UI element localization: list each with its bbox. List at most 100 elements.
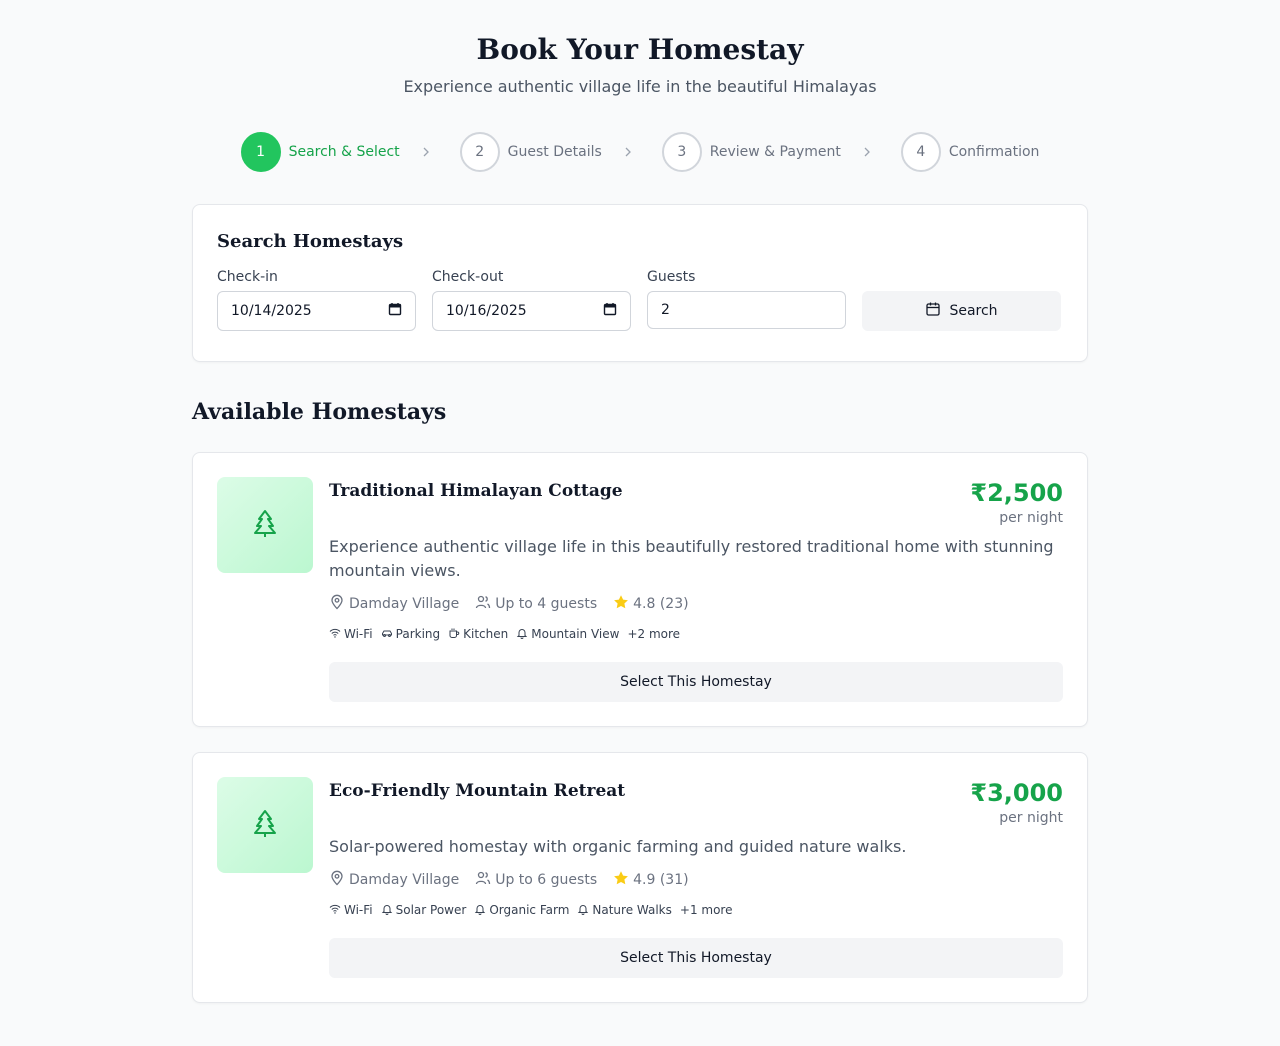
amenity-label: Wi-Fi: [344, 903, 373, 917]
step-number: 2: [459, 132, 500, 172]
search-title: Search Homestays: [217, 231, 404, 252]
amenity-label: Mountain View: [531, 627, 620, 641]
amenity-label: Parking: [395, 627, 441, 641]
homestay-card: Eco-Friendly Mountain Retreat ₹3,000 per…: [192, 752, 1088, 1003]
guests-label: Guests: [647, 269, 696, 285]
available-homestays-title: Available Homestays: [192, 399, 447, 425]
price-box: ₹2,500 per night: [970, 477, 1063, 527]
amenity-label: Organic Farm: [489, 903, 570, 917]
step-label: Review & Payment: [709, 144, 841, 160]
amenities-list: Wi-Fi Parking Kitchen Mountain View +2 m…: [329, 625, 1063, 643]
star-icon: [613, 870, 629, 890]
chevron-right-icon: [624, 146, 632, 158]
tree-icon: [251, 808, 279, 842]
search-button-label: Search: [949, 303, 998, 319]
chevron-right-icon: [863, 146, 871, 158]
step-label: Guest Details: [507, 144, 602, 160]
page-subtitle: Experience authentic village life in the…: [403, 77, 877, 96]
car-icon: [381, 627, 393, 642]
homestay-meta: Damday Village Up to 4 guests 4.8 (23): [329, 593, 1063, 615]
star-icon: [613, 594, 629, 614]
homestay-price: ₹2,500: [970, 479, 1063, 507]
booking-stepper: 1 Search & Select 2 Guest Details 3 Revi…: [192, 132, 1088, 172]
wifi-icon: [329, 627, 341, 642]
location-text: Damday Village: [349, 872, 460, 888]
capacity: Up to 4 guests: [475, 594, 597, 614]
capacity-text: Up to 4 guests: [495, 596, 598, 612]
guests-input[interactable]: 2: [647, 291, 846, 329]
coffee-icon: [448, 627, 460, 642]
bell-icon: [516, 627, 528, 642]
location: Damday Village: [329, 594, 459, 614]
homestay-thumbnail: [217, 477, 313, 573]
search-button[interactable]: Search: [862, 291, 1061, 331]
homestay-card: Traditional Himalayan Cottage ₹2,500 per…: [192, 452, 1088, 727]
homestay-meta: Damday Village Up to 6 guests 4.9 (31): [329, 869, 1063, 891]
map-pin-icon: [329, 594, 345, 614]
amenities-list: Wi-Fi Solar Power Organic Farm Nature Wa…: [329, 901, 1063, 919]
calendar-icon[interactable]: [388, 302, 402, 320]
price-unit: per night: [999, 510, 1063, 526]
bell-icon: [474, 903, 486, 918]
amenity: Parking: [381, 627, 441, 642]
homestay-description: Solar-powered homestay with organic farm…: [329, 837, 907, 856]
amenity: Organic Farm: [474, 903, 569, 918]
select-homestay-button[interactable]: Select This Homestay: [329, 938, 1063, 978]
bell-icon: [577, 903, 589, 918]
rating-text: 4.8 (23): [633, 596, 689, 612]
guests-value: 2: [661, 302, 670, 318]
price-box: ₹3,000 per night: [970, 777, 1063, 827]
amenity-label: Kitchen: [463, 627, 509, 641]
step-guest-details: 2 Guest Details: [459, 132, 662, 172]
location-text: Damday Village: [349, 596, 460, 612]
select-homestay-button[interactable]: Select This Homestay: [329, 662, 1063, 702]
chevron-right-icon: [422, 146, 430, 158]
calendar-icon[interactable]: [603, 302, 617, 320]
step-number: 4: [900, 132, 941, 172]
homestay-thumbnail: [217, 777, 313, 873]
wifi-icon: [329, 903, 341, 918]
tree-icon: [251, 508, 279, 542]
checkin-value: 10/14/2025: [231, 303, 312, 319]
amenities-more[interactable]: +1 more: [680, 903, 733, 917]
homestay-price: ₹3,000: [970, 779, 1063, 807]
amenity: Wi-Fi: [329, 627, 373, 642]
amenity: Solar Power: [381, 903, 467, 918]
capacity-text: Up to 6 guests: [495, 872, 598, 888]
step-search-select: 1 Search & Select: [240, 132, 460, 172]
rating: 4.8 (23): [613, 594, 689, 614]
checkin-field: Check-in 10/14/2025: [217, 267, 416, 331]
location: Damday Village: [329, 870, 459, 890]
amenity: Wi-Fi: [329, 903, 373, 918]
checkin-input[interactable]: 10/14/2025: [217, 291, 416, 331]
amenity-label: Nature Walks: [592, 903, 672, 917]
checkin-label: Check-in: [217, 269, 278, 285]
amenity: Mountain View: [516, 627, 619, 642]
amenity: Nature Walks: [577, 903, 672, 918]
users-icon: [475, 870, 491, 890]
checkout-value: 10/16/2025: [446, 303, 527, 319]
calendar-icon: [925, 301, 941, 321]
page-title: Book Your Homestay: [476, 33, 804, 66]
step-confirmation: 4 Confirmation: [900, 132, 1040, 172]
homestay-description: Experience authentic village life in thi…: [329, 537, 1054, 580]
booking-page: Book Your Homestay Experience authentic …: [192, 0, 1088, 1003]
amenities-more[interactable]: +2 more: [627, 627, 680, 641]
checkout-field: Check-out 10/16/2025: [432, 267, 631, 331]
homestay-name: Eco-Friendly Mountain Retreat: [329, 781, 626, 801]
capacity: Up to 6 guests: [475, 870, 597, 890]
search-card: Search Homestays Check-in 10/14/2025 Che…: [192, 204, 1088, 362]
step-label: Confirmation: [948, 144, 1040, 160]
step-label: Search & Select: [288, 144, 400, 160]
checkout-input[interactable]: 10/16/2025: [432, 291, 631, 331]
rating-text: 4.9 (31): [633, 872, 689, 888]
step-number: 3: [661, 132, 702, 172]
homestay-name: Traditional Himalayan Cottage: [329, 481, 623, 501]
step-number: 1: [240, 132, 281, 172]
rating: 4.9 (31): [613, 870, 689, 890]
price-unit: per night: [999, 810, 1063, 826]
bell-icon: [381, 903, 393, 918]
guests-field: Guests 2: [647, 267, 846, 331]
amenity-label: Solar Power: [395, 903, 467, 917]
users-icon: [475, 594, 491, 614]
